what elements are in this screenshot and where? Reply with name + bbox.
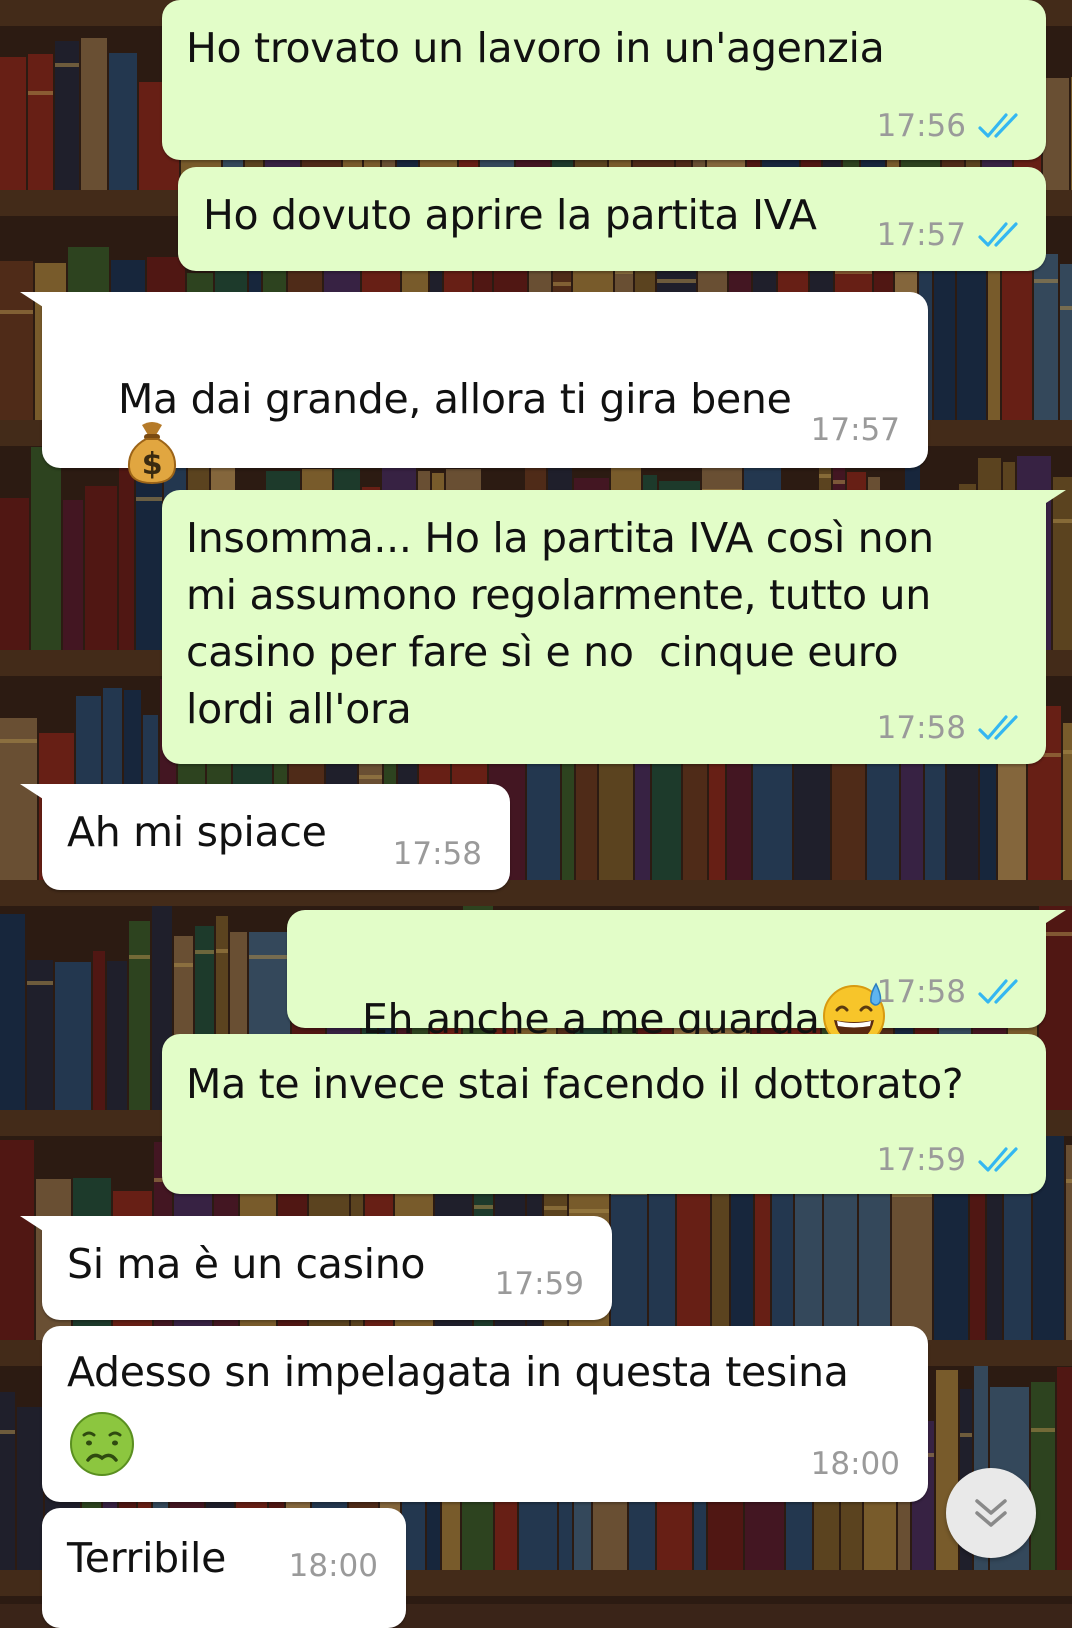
svg-text:$: $ bbox=[142, 447, 163, 482]
double-check-icon bbox=[978, 113, 1018, 138]
message-text: Ma dai grande, allora ti gira bene bbox=[117, 375, 792, 423]
message-outgoing[interactable]: Ma te invece stai facendo il dottorato? … bbox=[162, 1034, 1046, 1194]
bubble-tail bbox=[20, 292, 60, 318]
double-check-icon bbox=[978, 715, 1018, 740]
message-text: Insomma... Ho la partita IVA così non mi… bbox=[186, 514, 934, 733]
message-outgoing[interactable]: Ho dovuto aprire la partita IVA 17:57 bbox=[178, 167, 1046, 271]
message-outgoing[interactable]: Ho trovato un lavoro in un'agenzia 17:56 bbox=[162, 0, 1046, 160]
double-check-icon bbox=[978, 1147, 1018, 1172]
message-outgoing[interactable]: Eh anche a me guarda 17:58 bbox=[287, 910, 1066, 1047]
nauseated-face-icon bbox=[70, 1412, 134, 1476]
message-meta: 17:59 bbox=[877, 1142, 1024, 1178]
message-incoming[interactable]: Si ma è un casino 17:59 bbox=[20, 1216, 612, 1320]
message-meta: 17:58 bbox=[393, 836, 482, 872]
message-meta: 17:59 bbox=[495, 1266, 584, 1302]
double-check-icon bbox=[978, 979, 1018, 1004]
bubble-tail bbox=[1026, 910, 1066, 936]
message-text: Ho trovato un lavoro in un'agenzia bbox=[186, 24, 885, 72]
double-check-icon bbox=[978, 222, 1018, 247]
message-text: Ho dovuto aprire la partita IVA bbox=[203, 191, 817, 239]
message-meta: 18:00 bbox=[289, 1548, 378, 1584]
message-meta: 17:57 bbox=[811, 412, 900, 448]
message-text: Si ma è un casino bbox=[67, 1240, 426, 1288]
message-incoming[interactable]: Adesso sn impelagata in questa tesina 18… bbox=[42, 1326, 928, 1502]
message-meta: 18:00 bbox=[811, 1446, 900, 1482]
message-text: Ma te invece stai facendo il dottorato? bbox=[186, 1060, 964, 1108]
message-incoming[interactable]: Ma dai grande, allora ti gira bene $ 17:… bbox=[20, 292, 928, 485]
chevron-double-down-icon bbox=[975, 1499, 1007, 1527]
message-meta: 17:56 bbox=[877, 108, 1024, 144]
bubble-tail bbox=[20, 1216, 60, 1242]
message-text: Ah mi spiace bbox=[67, 808, 327, 856]
message-meta: 17:58 bbox=[877, 974, 1024, 1010]
message-time: 17:59 bbox=[494, 1266, 584, 1302]
message-meta: 17:58 bbox=[877, 710, 1024, 746]
message-incoming[interactable]: Ah mi spiace 17:58 bbox=[20, 784, 510, 890]
message-time: 17:57 bbox=[876, 217, 966, 253]
message-text: Terribile bbox=[67, 1534, 227, 1582]
message-time: 17:57 bbox=[810, 412, 900, 448]
message-incoming[interactable]: Terribile 18:00 bbox=[42, 1508, 406, 1628]
message-meta: 17:57 bbox=[877, 217, 1024, 253]
message-time: 17:58 bbox=[876, 974, 966, 1010]
message-time: 17:58 bbox=[392, 836, 482, 872]
bubble-tail bbox=[1026, 490, 1066, 516]
message-text: Adesso sn impelagata in questa tesina bbox=[67, 1348, 849, 1396]
message-time: 17:56 bbox=[876, 108, 966, 144]
money-bag-icon: $ bbox=[127, 422, 176, 485]
message-time: 18:00 bbox=[810, 1446, 900, 1482]
message-time: 17:58 bbox=[876, 710, 966, 746]
scroll-to-bottom-button[interactable] bbox=[946, 1468, 1036, 1558]
message-outgoing[interactable]: Insomma... Ho la partita IVA così non mi… bbox=[162, 490, 1066, 764]
message-time: 17:59 bbox=[876, 1142, 966, 1178]
bubble-tail bbox=[20, 784, 60, 810]
message-time: 18:00 bbox=[288, 1548, 378, 1584]
